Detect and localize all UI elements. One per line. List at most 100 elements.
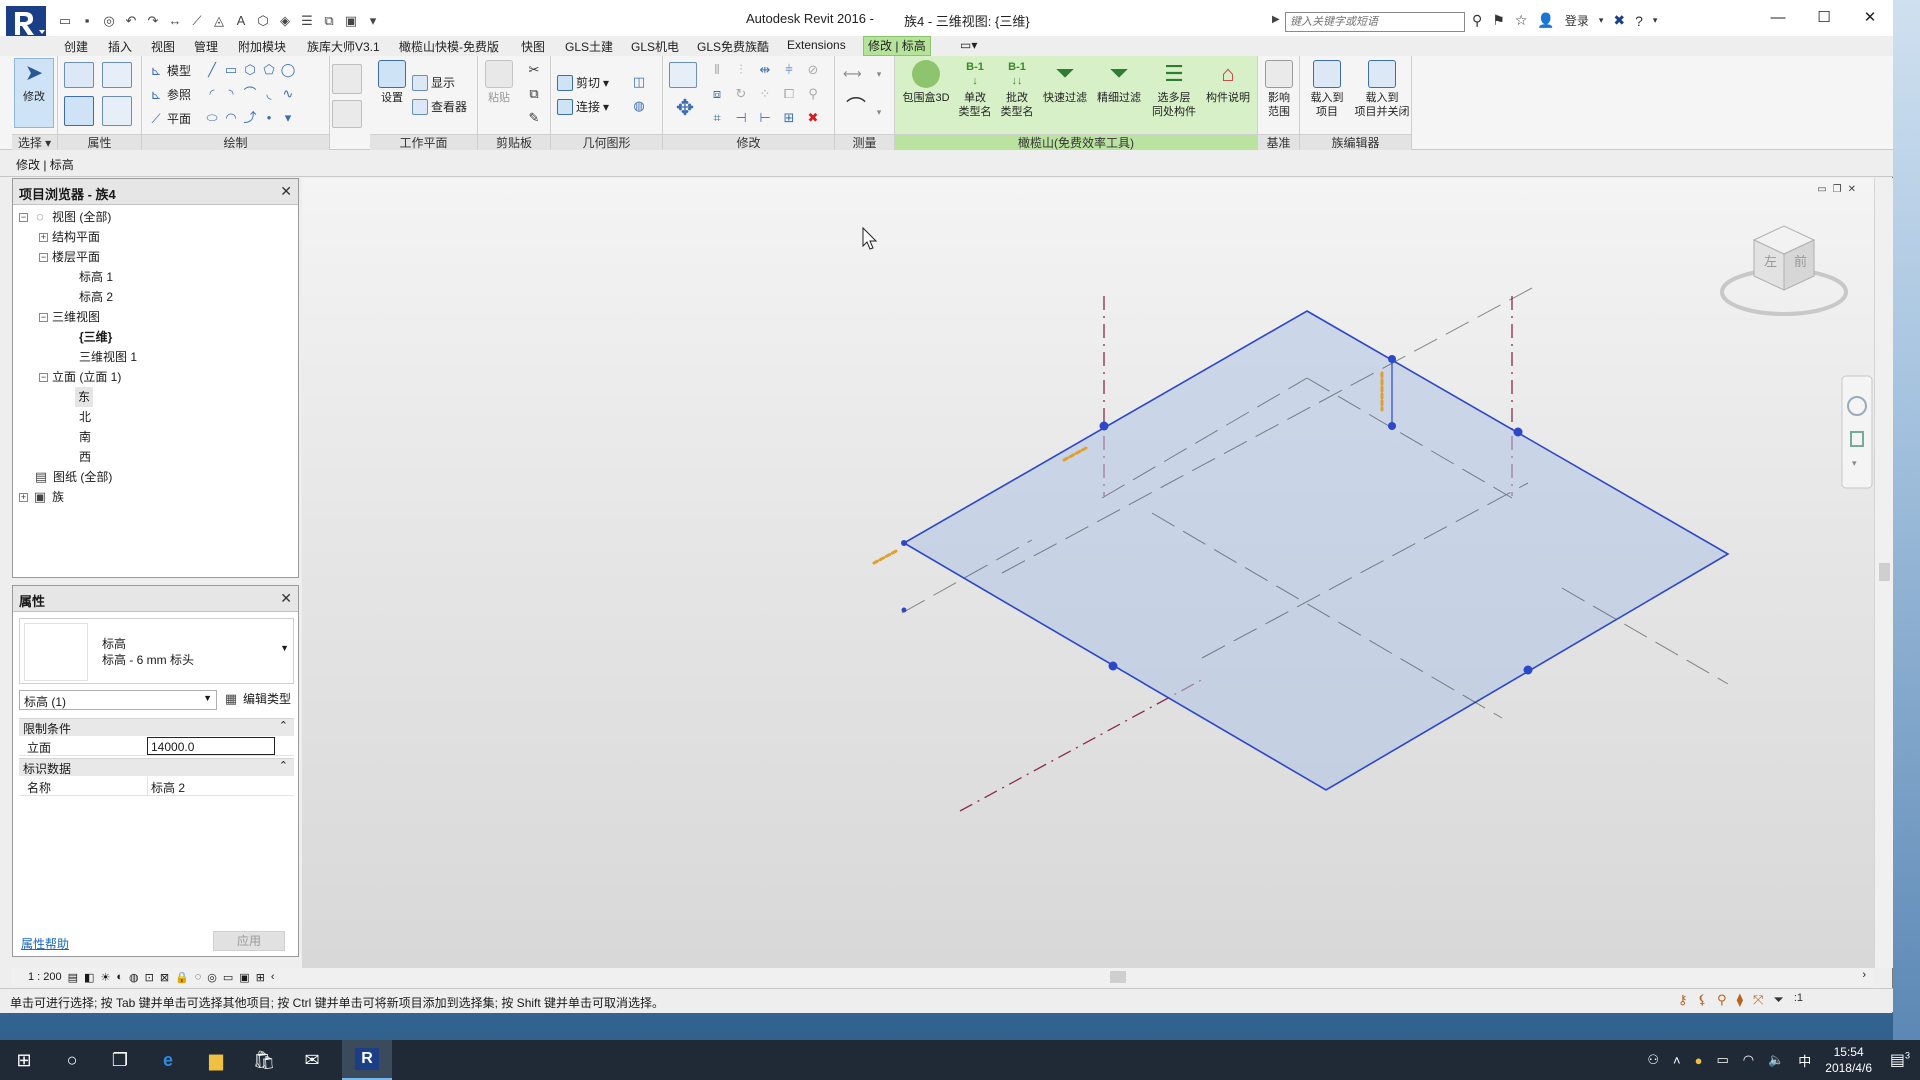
drag-on-selection-icon[interactable]: ⤧: [1753, 992, 1763, 1008]
scroll-left-icon[interactable]: ‹: [271, 971, 275, 983]
tray-overflow-icon[interactable]: ˄: [1673, 1053, 1681, 1068]
minimize-icon[interactable]: —: [1755, 0, 1801, 36]
load-into-project-button[interactable]: 载入到 项目: [1302, 60, 1352, 119]
trim-single-icon[interactable]: ⊣: [733, 110, 749, 126]
dimension-tool-icon[interactable]: ⌒: [843, 98, 869, 122]
tab-olive-mountain[interactable]: 橄榄山快模-免费版: [399, 38, 499, 55]
login-link[interactable]: 登录: [1565, 12, 1589, 29]
cut-icon[interactable]: ✂: [526, 62, 542, 78]
elevation-input[interactable]: 14000.0: [147, 737, 275, 755]
ref-line-button[interactable]: ⊾ 参照: [148, 86, 191, 103]
select-underlay-icon[interactable]: ⚸: [1698, 992, 1708, 1008]
copy-element-icon[interactable]: ⧈: [709, 86, 725, 102]
vertical-scrollbar[interactable]: [1874, 178, 1893, 968]
split-face-icon[interactable]: ◫: [631, 74, 647, 90]
expand-icon[interactable]: +: [39, 232, 48, 242]
collapse-icon[interactable]: −: [39, 312, 48, 322]
component-description-button[interactable]: ⌂ 构件说明: [1201, 60, 1255, 105]
set-workplane-button[interactable]: 设置: [374, 60, 410, 105]
close-icon[interactable]: ✕: [280, 590, 292, 607]
measure-dropdown-icon[interactable]: ▾: [871, 66, 887, 82]
close-hidden-icon[interactable]: ⧉: [320, 12, 338, 30]
trim-multiple-icon[interactable]: ⊢: [757, 110, 773, 126]
family-types-icon[interactable]: [64, 62, 94, 88]
collapse-icon[interactable]: −: [19, 212, 28, 222]
edit-type-button[interactable]: ▦ 编辑类型: [223, 690, 291, 707]
tree-item-south[interactable]: 南: [79, 427, 91, 447]
subscription-icon[interactable]: ⚑: [1492, 12, 1505, 29]
section-icon[interactable]: ◈: [276, 12, 294, 30]
offset-icon[interactable]: ⫴: [709, 62, 725, 78]
show-workplane-button[interactable]: 显示: [412, 74, 455, 91]
volume-icon[interactable]: 🔈: [1768, 1052, 1784, 1068]
select-by-face-icon[interactable]: ⧫: [1737, 992, 1743, 1008]
chevron-down-icon[interactable]: ▼: [280, 643, 289, 653]
revit-taskbar-icon[interactable]: R: [342, 1040, 392, 1080]
3d-view-icon[interactable]: ⬡: [254, 12, 272, 30]
select-pinned-icon[interactable]: ⚲: [1717, 992, 1727, 1008]
arc-icon[interactable]: ◜: [204, 86, 220, 102]
temp-hide-icon[interactable]: ◌: [195, 971, 202, 983]
tab-addins[interactable]: 附加模块: [238, 38, 286, 55]
highlight-displacement-icon[interactable]: ⊞: [256, 971, 265, 984]
text-icon[interactable]: A: [232, 12, 250, 30]
collapse-icon[interactable]: −: [39, 372, 48, 382]
scale-icon[interactable]: ⧠: [781, 86, 797, 102]
select-links-icon[interactable]: ⚷: [1678, 992, 1688, 1008]
worksharing-icon[interactable]: ▭: [223, 971, 233, 984]
load-and-close-button[interactable]: 载入到 项目并关闭: [1352, 60, 1412, 119]
people-icon[interactable]: ⚇: [1647, 1052, 1659, 1068]
binoculars-icon[interactable]: ⚲: [1472, 12, 1482, 29]
instance-filter-dropdown[interactable]: 标高 (1) ▼: [19, 690, 217, 710]
line-icon[interactable]: ╱: [204, 62, 220, 78]
file-explorer-icon[interactable]: ▆: [192, 1040, 240, 1080]
group-constraints[interactable]: 限制条件 ⌃: [19, 718, 294, 736]
tab-manage[interactable]: 管理: [194, 38, 218, 55]
search-expand-icon[interactable]: ▶: [1272, 14, 1280, 25]
tangent-arc-icon[interactable]: ⌒: [242, 86, 258, 102]
lock-view-icon[interactable]: 🔒: [175, 971, 189, 984]
model-line-button[interactable]: ⊾ 模型: [148, 62, 191, 79]
visual-style-icon[interactable]: ◧: [84, 971, 94, 984]
component-icon[interactable]: [332, 64, 362, 94]
spline-icon[interactable]: ∿: [280, 86, 296, 102]
single-rename-button[interactable]: B-1 ↓ 单改 类型名: [955, 60, 995, 119]
move-icon[interactable]: ✥: [673, 97, 697, 124]
login-dropdown-icon[interactable]: ▾: [1599, 15, 1604, 26]
tree-item-west[interactable]: 西: [79, 447, 91, 467]
tab-extensions[interactable]: Extensions: [787, 38, 846, 52]
mail-icon[interactable]: ✉: [288, 1040, 336, 1080]
task-view-icon[interactable]: ❐: [96, 1040, 144, 1080]
ellipse-icon[interactable]: ⬭: [204, 110, 220, 126]
properties-help-link[interactable]: 属性帮助: [21, 935, 69, 952]
workplane-viewer-button[interactable]: 查看器: [412, 98, 467, 115]
partial-ellipse-icon[interactable]: ◠: [223, 110, 239, 126]
split-icon[interactable]: ⫩: [781, 62, 797, 78]
tab-kuaitu[interactable]: 快图: [521, 38, 545, 55]
ref-plane-button[interactable]: ⟋ 平面: [148, 110, 191, 127]
multi-level-select-button[interactable]: ☰ 选多层 同处构件: [1147, 60, 1201, 119]
switch-windows-icon[interactable]: ▣: [342, 12, 360, 30]
group-identity-data[interactable]: 标识数据 ⌃: [19, 758, 294, 776]
point-icon[interactable]: •: [261, 110, 277, 126]
measure-between-icon[interactable]: ⟷: [843, 66, 862, 82]
reveal-hidden-icon[interactable]: ◎: [207, 971, 217, 984]
family-category-icon[interactable]: [102, 62, 132, 88]
tree-item-sheets[interactable]: ▤ 图纸 (全部): [33, 467, 112, 487]
undo-icon[interactable]: ↶: [122, 12, 140, 30]
filter-icon[interactable]: ⏷: [1773, 992, 1783, 1008]
crop-view-icon[interactable]: ⊡: [145, 971, 154, 984]
apply-button[interactable]: 应用: [213, 931, 285, 951]
tab-gls-civil[interactable]: GLS土建: [565, 38, 613, 55]
scroll-right-icon[interactable]: ›: [1862, 969, 1866, 981]
tree-item-views[interactable]: − ◌ 视图 (全部): [19, 207, 111, 227]
mirror-axis-icon[interactable]: ⫶: [733, 62, 749, 78]
delete-icon[interactable]: ✖: [805, 110, 821, 126]
start-icon[interactable]: ⊞: [0, 1040, 48, 1080]
clock[interactable]: 15:54 2018/4/6: [1825, 1044, 1872, 1076]
rectangle-icon[interactable]: ▭: [223, 62, 239, 78]
store-icon[interactable]: 🛍: [240, 1040, 288, 1080]
tab-view[interactable]: 视图: [151, 38, 175, 55]
detail-level-icon[interactable]: ▤: [68, 971, 78, 984]
array-icon[interactable]: ⁘: [757, 86, 773, 102]
